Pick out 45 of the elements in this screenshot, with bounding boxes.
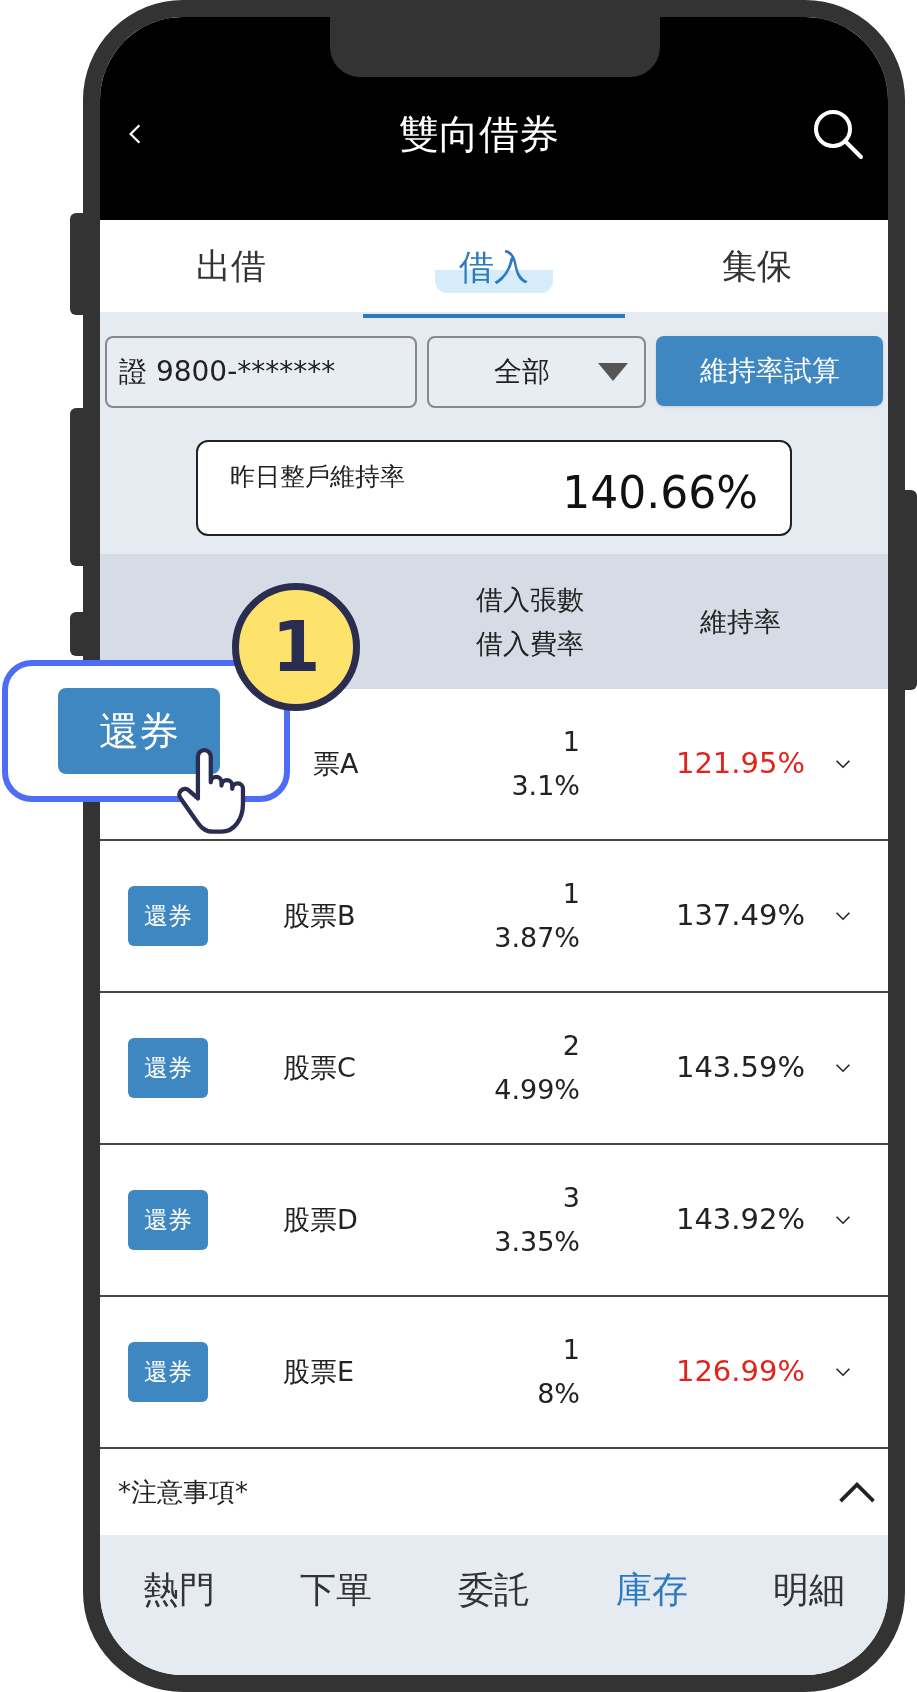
- notes-title: *注意事項*: [118, 1475, 248, 1509]
- return-button[interactable]: 還券: [128, 1038, 208, 1098]
- return-button[interactable]: 還券: [128, 1342, 208, 1402]
- nav-item[interactable]: 委託: [415, 1563, 573, 1617]
- maintenance-rate: 143.59%: [674, 1049, 805, 1087]
- stock-name: 股票B: [283, 898, 357, 933]
- return-button[interactable]: 還券: [58, 688, 220, 774]
- summary-label: 昨日整戶維持率: [230, 461, 405, 493]
- quantity: 2: [562, 1029, 580, 1063]
- quantity: 1: [562, 877, 580, 911]
- stock-name: 股票E: [283, 1354, 356, 1389]
- quantity: 3: [562, 1181, 580, 1215]
- quantity: 1: [562, 725, 580, 759]
- nav-item[interactable]: 明細: [730, 1563, 888, 1617]
- dropdown-triangle-icon: [598, 363, 628, 381]
- maintenance-rate: 137.49%: [674, 897, 805, 935]
- return-button[interactable]: 還券: [128, 1190, 208, 1250]
- calculate-button[interactable]: 維持率試算: [656, 336, 883, 406]
- page-title: 雙向借券: [398, 109, 560, 159]
- maintenance-rate: 121.95%: [674, 745, 805, 783]
- tab[interactable]: 集保: [625, 220, 888, 312]
- column-header: 維持率: [699, 604, 781, 639]
- fee-rate: 3.87%: [494, 921, 580, 955]
- stock-name: 票A: [312, 746, 360, 781]
- column-header: 借入張數: [476, 582, 584, 617]
- category-dropdown[interactable]: 全部: [427, 336, 646, 408]
- maintenance-rate: 143.92%: [674, 1201, 805, 1239]
- nav-item[interactable]: 下單: [257, 1563, 416, 1617]
- stock-name: 股票D: [283, 1202, 359, 1237]
- stock-name: 股票C: [283, 1050, 357, 1085]
- fee-rate: 3.1%: [511, 769, 580, 803]
- return-button[interactable]: 還券: [128, 886, 208, 946]
- fee-rate: 4.99%: [494, 1073, 580, 1107]
- summary-value: 140.66%: [562, 466, 758, 520]
- maintenance-rate: 126.99%: [674, 1353, 805, 1391]
- column-header: 借入費率: [476, 626, 584, 661]
- quantity: 1: [562, 1333, 580, 1367]
- fee-rate: 8%: [537, 1377, 580, 1411]
- fee-rate: 3.35%: [494, 1225, 580, 1259]
- search-icon[interactable]: [812, 107, 864, 160]
- account-field[interactable]: 證 9800-*******: [105, 336, 417, 408]
- chevron-up-icon[interactable]: [838, 1481, 876, 1503]
- nav-item[interactable]: 熱門: [100, 1563, 258, 1617]
- nav-item[interactable]: 庫存: [572, 1563, 731, 1617]
- tab[interactable]: 出借: [100, 220, 363, 312]
